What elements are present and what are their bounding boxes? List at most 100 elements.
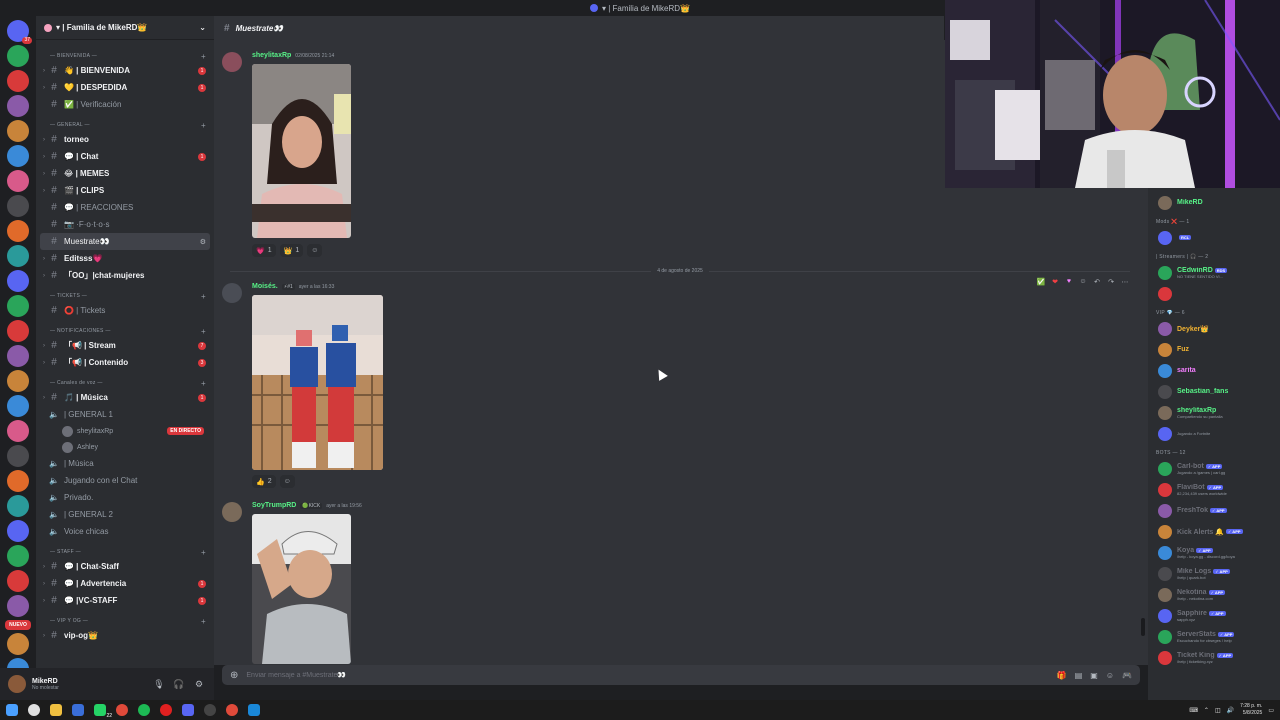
voice-user[interactable]: sheylitaxRp EN DIRECTO	[40, 423, 210, 439]
member-item[interactable]: RCL	[1148, 227, 1280, 248]
message-input[interactable]	[246, 671, 1049, 679]
add-attachment-icon[interactable]: ⊕	[230, 670, 238, 681]
apps-icon[interactable]: 🎮	[1122, 671, 1132, 680]
member-item[interactable]	[1148, 283, 1280, 304]
member-item[interactable]: sheylitaxRp Compartiendo su pantalla	[1148, 402, 1280, 423]
voice-channel[interactable]: 🔈 Jugando con el Chat	[40, 472, 210, 489]
text-channel[interactable]: › # torneo	[40, 131, 210, 148]
add-channel-icon[interactable]: +	[201, 292, 206, 301]
search-icon[interactable]	[28, 704, 40, 716]
forward-icon[interactable]: ↷	[1106, 278, 1116, 286]
message-author[interactable]: sheylitaxRp	[252, 52, 291, 59]
more-icon[interactable]: ⋯	[1120, 278, 1130, 286]
category-header[interactable]: — STAFF — +	[40, 546, 210, 558]
reply-icon[interactable]: ↶	[1092, 278, 1102, 286]
server-icon[interactable]	[7, 70, 29, 92]
voice-channel[interactable]: 🔈 | GENERAL 2	[40, 506, 210, 523]
member-item[interactable]: Kick Alerts 🔔 ✓ APP	[1148, 521, 1280, 542]
gift-icon[interactable]: 🎁	[1057, 671, 1067, 680]
obs-icon[interactable]	[204, 704, 216, 716]
server-header[interactable]: ▾ | Familia de MikeRD👑 ⌄	[36, 16, 214, 40]
server-icon[interactable]	[7, 395, 29, 417]
text-channel[interactable]: # ✅ | Verificación	[40, 96, 210, 113]
add-reaction-icon[interactable]: ☺	[1078, 278, 1088, 286]
server-icon[interactable]	[7, 370, 29, 392]
server-icon[interactable]	[7, 320, 29, 342]
reaction-chip[interactable]: 👍 2	[252, 475, 276, 488]
app-icon[interactable]	[248, 704, 260, 716]
server-icon[interactable]	[7, 345, 29, 367]
reaction-chip[interactable]: 👑 1	[279, 244, 304, 257]
server-icon[interactable]	[7, 170, 29, 192]
text-channel[interactable]: # Muestrate👀 ⚙	[40, 233, 210, 250]
network-icon[interactable]: ◫	[1215, 707, 1221, 714]
opera-icon[interactable]	[160, 704, 172, 716]
attachment-image[interactable]	[252, 514, 351, 664]
add-channel-icon[interactable]: +	[201, 379, 206, 388]
avatar[interactable]	[222, 502, 242, 522]
add-channel-icon[interactable]: +	[201, 327, 206, 336]
member-item[interactable]: Ticket King ✓ APP/help | ticketking.xyz	[1148, 647, 1280, 668]
category-header[interactable]: — GENERAL — +	[40, 119, 210, 131]
server-icon[interactable]	[7, 120, 29, 142]
text-channel[interactable]: › # 「📢 | Contenido 3	[40, 354, 210, 371]
add-reaction-button[interactable]: ☺	[307, 244, 323, 257]
add-channel-icon[interactable]: +	[201, 121, 206, 130]
member-item[interactable]: MikeRD	[1148, 192, 1280, 213]
server-icon[interactable]	[7, 195, 29, 217]
whatsapp-icon[interactable]: 22	[94, 704, 112, 719]
add-channel-icon[interactable]: +	[201, 617, 206, 626]
text-channel[interactable]: › # 「OO」|chat-mujeres	[40, 267, 210, 284]
chrome-icon[interactable]	[226, 704, 238, 716]
member-item[interactable]: CEdwinRD RDS NO TIENE SENTIDO VI...	[1148, 262, 1280, 283]
server-icon[interactable]	[7, 45, 29, 67]
server-icon[interactable]	[7, 445, 29, 467]
avatar[interactable]	[8, 675, 26, 693]
member-item[interactable]: Deyker👑	[1148, 318, 1280, 339]
avatar[interactable]	[222, 283, 242, 303]
emoji-icon[interactable]: ☺	[1106, 671, 1114, 680]
server-icon[interactable]	[7, 520, 29, 542]
volume-icon[interactable]: 🔊	[1227, 707, 1234, 714]
gear-icon[interactable]: ⚙	[192, 679, 206, 690]
voice-channel[interactable]: 🔈 Voice chicas	[40, 523, 210, 540]
category-header[interactable]: — NOTIFICACIONES — +	[40, 325, 210, 337]
server-icon[interactable]	[7, 495, 29, 517]
text-channel[interactable]: › # 💬 | Chat-Staff	[40, 558, 210, 575]
add-channel-icon[interactable]: +	[201, 548, 206, 557]
category-header[interactable]: — TICKETS — +	[40, 290, 210, 302]
server-icon[interactable]	[7, 470, 29, 492]
voice-channel[interactable]: 🔈 Privado.	[40, 489, 210, 506]
text-channel[interactable]: › # 👋 | BIENVENIDA 1	[40, 62, 210, 79]
notepad-icon[interactable]	[72, 704, 84, 716]
text-channel[interactable]: › # 🎵 | Música 1	[40, 389, 210, 406]
text-channel[interactable]: › # 💛 | DESPEDIDA 1	[40, 79, 210, 96]
gear-icon[interactable]: ⚙	[200, 238, 206, 246]
member-item[interactable]: Jugando a Fortnite	[1148, 423, 1280, 444]
member-item[interactable]: Sapphire ✓ APP sapph.xyz	[1148, 605, 1280, 626]
member-item[interactable]: Carl-bot ✓ APP Jugando a /games | carl.gg	[1148, 458, 1280, 479]
voice-channel[interactable]: 🔈 | GENERAL 1	[40, 406, 210, 423]
server-icon[interactable]	[7, 633, 29, 655]
attachment-image[interactable]	[252, 64, 351, 238]
category-header[interactable]: — BIENVENIDA — +	[40, 50, 210, 62]
chrome-icon[interactable]	[116, 704, 128, 716]
text-channel[interactable]: › # 「📢 | Stream 7	[40, 337, 210, 354]
member-item[interactable]: ServerStats ✓ APP Escuchando for cbseges /…	[1148, 626, 1280, 647]
member-item[interactable]: Koya ✓ APP/help - koya.gg - discord.gg/ko…	[1148, 542, 1280, 563]
member-item[interactable]: Fuz	[1148, 339, 1280, 360]
text-channel[interactable]: # 💬 | REACCIONES	[40, 199, 210, 216]
text-channel[interactable]: # ⭕ | Tickets	[40, 302, 210, 319]
member-item[interactable]: Mike Logs ✓ APP/help | quark.bot	[1148, 563, 1280, 584]
heart-reaction-icon[interactable]: ❤	[1050, 278, 1060, 286]
spotify-icon[interactable]	[138, 704, 150, 716]
text-channel[interactable]: › # vip-og👑	[40, 627, 210, 644]
text-channel[interactable]: › # 💬 | Advertencia 1	[40, 575, 210, 592]
server-icon[interactable]	[7, 295, 29, 317]
voice-user[interactable]: Ashley	[40, 439, 210, 455]
microphone-icon[interactable]: 🎙	[152, 679, 166, 690]
category-header[interactable]: — VIP Y OG — +	[40, 615, 210, 627]
gif-icon[interactable]: ▤	[1075, 671, 1083, 680]
add-channel-icon[interactable]: +	[201, 52, 206, 61]
server-icon[interactable]	[7, 595, 29, 617]
